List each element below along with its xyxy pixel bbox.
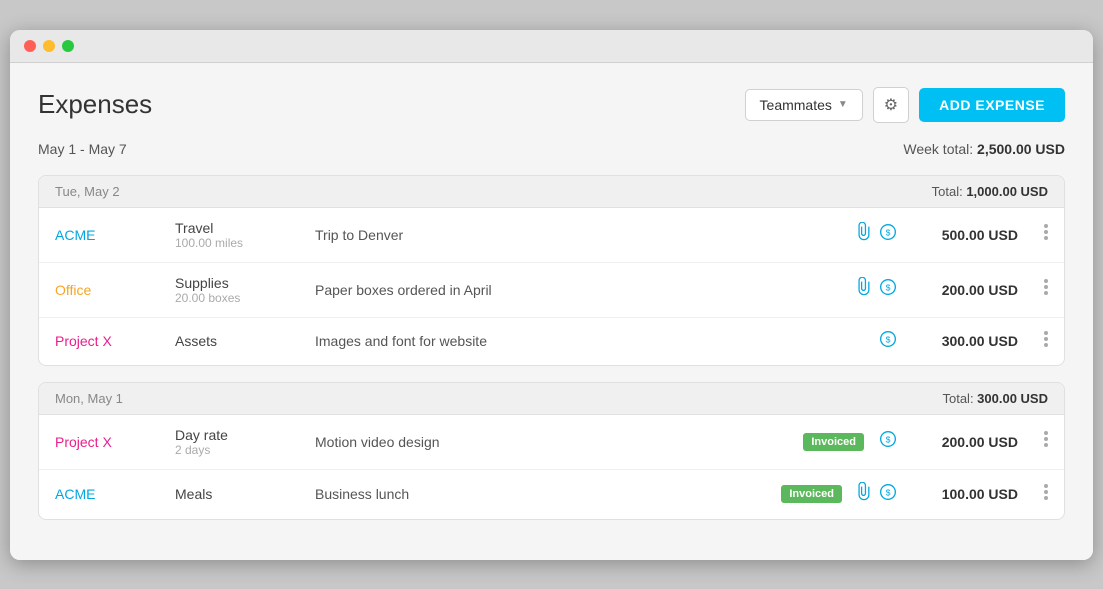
- expense-icons: $: [880, 331, 896, 352]
- expense-menu-button[interactable]: [1018, 278, 1048, 301]
- expense-menu-button[interactable]: [1018, 483, 1048, 506]
- category-name: Assets: [175, 333, 315, 349]
- expense-category: Meals: [175, 486, 315, 502]
- category-sub: 20.00 boxes: [175, 291, 315, 305]
- svg-text:$: $: [886, 487, 891, 497]
- gear-icon: ⚙: [884, 95, 898, 115]
- expense-category: Assets: [175, 333, 315, 349]
- week-total-prefix: Week total:: [903, 141, 973, 157]
- dollar-icon[interactable]: $: [880, 484, 896, 505]
- attachment-icon[interactable]: [858, 277, 872, 302]
- attachment-icon[interactable]: [858, 482, 872, 507]
- svg-text:$: $: [886, 334, 891, 344]
- add-expense-button[interactable]: ADD EXPENSE: [919, 88, 1065, 122]
- svg-text:$: $: [886, 282, 891, 292]
- day-total: Total: 1,000.00 USD: [932, 184, 1048, 199]
- expense-client[interactable]: Project X: [55, 333, 175, 349]
- table-row: ACMEMealsBusiness lunchInvoiced $100.00 U…: [39, 470, 1064, 519]
- category-name: Travel: [175, 220, 315, 236]
- category-name: Day rate: [175, 427, 315, 443]
- expense-description: Paper boxes ordered in April: [315, 282, 858, 298]
- expense-icons: $: [858, 277, 896, 302]
- header-controls: Teammates ▼ ⚙ ADD EXPENSE: [745, 87, 1065, 123]
- dollar-icon[interactable]: $: [880, 279, 896, 300]
- day-groups-container: Tue, May 2 Total: 1,000.00 USD ACMETrave…: [38, 175, 1065, 520]
- day-header-1: Mon, May 1 Total: 300.00 USD: [39, 383, 1064, 415]
- day-label: Tue, May 2: [55, 184, 120, 199]
- week-total: Week total: 2,500.00 USD: [903, 141, 1065, 157]
- invoiced-badge: Invoiced: [803, 433, 864, 451]
- expense-icons: Invoiced $: [781, 482, 896, 507]
- dollar-icon[interactable]: $: [880, 431, 896, 452]
- day-label: Mon, May 1: [55, 391, 123, 406]
- svg-text:$: $: [886, 227, 891, 237]
- table-row: OfficeSupplies20.00 boxesPaper boxes ord…: [39, 263, 1064, 318]
- invoiced-badge: Invoiced: [781, 485, 842, 503]
- table-row: ACMETravel100.00 milesTrip to Denver $500…: [39, 208, 1064, 263]
- expense-amount: 300.00 USD: [908, 333, 1018, 349]
- expense-client[interactable]: Office: [55, 282, 175, 298]
- category-name: Supplies: [175, 275, 315, 291]
- settings-button[interactable]: ⚙: [873, 87, 909, 123]
- expense-amount: 500.00 USD: [908, 227, 1018, 243]
- day-total-value: 300.00 USD: [977, 391, 1048, 406]
- category-name: Meals: [175, 486, 315, 502]
- expense-description: Business lunch: [315, 486, 781, 502]
- main-content: Expenses Teammates ▼ ⚙ ADD EXPENSE May 1…: [10, 63, 1093, 560]
- date-range-label: May 1 - May 7: [38, 141, 127, 157]
- title-bar: [10, 30, 1093, 63]
- expense-amount: 200.00 USD: [908, 434, 1018, 450]
- table-row: Project XAssetsImages and font for websi…: [39, 318, 1064, 365]
- category-sub: 100.00 miles: [175, 236, 315, 250]
- expense-client[interactable]: ACME: [55, 227, 175, 243]
- expense-client[interactable]: Project X: [55, 434, 175, 450]
- day-group-1: Mon, May 1 Total: 300.00 USD Project XDa…: [38, 382, 1065, 520]
- expense-description: Images and font for website: [315, 333, 880, 349]
- minimize-dot[interactable]: [43, 40, 55, 52]
- maximize-dot[interactable]: [62, 40, 74, 52]
- page-title: Expenses: [38, 89, 152, 120]
- teammates-label: Teammates: [760, 97, 832, 113]
- dollar-icon[interactable]: $: [880, 224, 896, 245]
- dollar-icon[interactable]: $: [880, 331, 896, 352]
- expense-category: Travel100.00 miles: [175, 220, 315, 250]
- app-window: Expenses Teammates ▼ ⚙ ADD EXPENSE May 1…: [10, 30, 1093, 560]
- category-sub: 2 days: [175, 443, 315, 457]
- expense-menu-button[interactable]: [1018, 330, 1048, 353]
- week-total-value: 2,500.00 USD: [977, 141, 1065, 157]
- expense-amount: 100.00 USD: [908, 486, 1018, 502]
- date-range-row: May 1 - May 7 Week total: 2,500.00 USD: [38, 141, 1065, 157]
- page-header: Expenses Teammates ▼ ⚙ ADD EXPENSE: [38, 87, 1065, 123]
- expense-description: Trip to Denver: [315, 227, 858, 243]
- chevron-down-icon: ▼: [838, 99, 848, 110]
- day-header-0: Tue, May 2 Total: 1,000.00 USD: [39, 176, 1064, 208]
- attachment-icon[interactable]: [858, 222, 872, 247]
- day-total: Total: 300.00 USD: [942, 391, 1048, 406]
- teammates-dropdown[interactable]: Teammates ▼: [745, 89, 863, 121]
- expense-menu-button[interactable]: [1018, 430, 1048, 453]
- expense-icons: $: [858, 222, 896, 247]
- expense-icons: Invoiced $: [803, 431, 896, 452]
- day-group-0: Tue, May 2 Total: 1,000.00 USD ACMETrave…: [38, 175, 1065, 366]
- expense-category: Supplies20.00 boxes: [175, 275, 315, 305]
- expense-description: Motion video design: [315, 434, 803, 450]
- day-total-value: 1,000.00 USD: [966, 184, 1048, 199]
- expense-amount: 200.00 USD: [908, 282, 1018, 298]
- expense-category: Day rate2 days: [175, 427, 315, 457]
- expense-client[interactable]: ACME: [55, 486, 175, 502]
- expense-menu-button[interactable]: [1018, 223, 1048, 246]
- table-row: Project XDay rate2 daysMotion video desi…: [39, 415, 1064, 470]
- close-dot[interactable]: [24, 40, 36, 52]
- svg-text:$: $: [886, 434, 891, 444]
